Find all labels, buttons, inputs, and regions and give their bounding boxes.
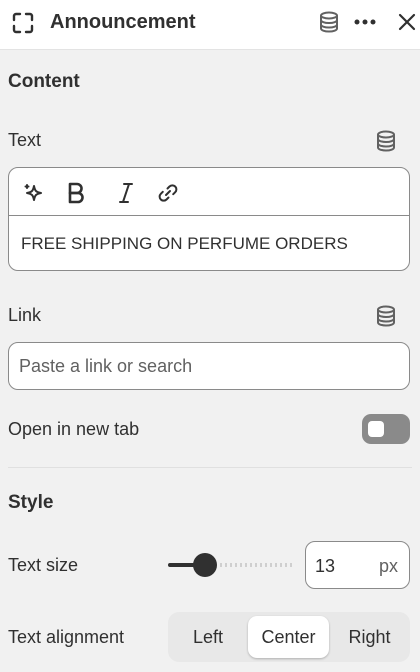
toggle-knob bbox=[368, 421, 384, 437]
rich-text-editor[interactable]: FREE SHIPPING ON PERFUME ORDERS bbox=[8, 167, 410, 271]
text-field-label: Text bbox=[8, 130, 42, 150]
section-title-style: Style bbox=[8, 492, 54, 513]
link-input[interactable] bbox=[9, 343, 409, 389]
section-divider bbox=[8, 467, 412, 468]
text-size-slider-thumb[interactable] bbox=[193, 553, 217, 577]
database-icon[interactable] bbox=[375, 304, 397, 328]
open-new-tab-toggle[interactable] bbox=[362, 414, 410, 444]
bold-icon[interactable] bbox=[65, 181, 87, 205]
focus-frame-icon[interactable] bbox=[10, 10, 36, 36]
alignment-option-center[interactable]: Center bbox=[248, 616, 329, 658]
sparkle-icon[interactable] bbox=[23, 182, 45, 204]
close-icon[interactable] bbox=[395, 10, 419, 34]
link-field-label: Link bbox=[8, 305, 42, 325]
alignment-option-left[interactable]: Left bbox=[172, 616, 244, 658]
alignment-option-right[interactable]: Right bbox=[333, 616, 406, 658]
italic-icon[interactable] bbox=[115, 181, 137, 205]
more-icon[interactable] bbox=[353, 10, 377, 34]
editor-content[interactable]: FREE SHIPPING ON PERFUME ORDERS bbox=[21, 234, 348, 254]
text-size-slider-track[interactable] bbox=[220, 563, 292, 567]
editor-toolbar bbox=[9, 168, 409, 216]
database-icon[interactable] bbox=[317, 10, 341, 34]
text-alignment-segmented-control: Left Center Right bbox=[168, 612, 410, 662]
panel-header: Announcement bbox=[0, 0, 420, 50]
text-size-unit: px bbox=[378, 556, 398, 576]
text-size-input[interactable]: 13 px bbox=[305, 541, 410, 589]
database-icon[interactable] bbox=[375, 129, 397, 153]
text-size-value[interactable]: 13 bbox=[315, 556, 335, 577]
text-alignment-label: Text alignment bbox=[8, 627, 125, 647]
open-new-tab-label: Open in new tab bbox=[8, 419, 140, 439]
link-input-box[interactable] bbox=[8, 342, 410, 390]
panel-title: Announcement bbox=[50, 11, 196, 33]
link-icon[interactable] bbox=[156, 181, 180, 205]
text-size-label: Text size bbox=[8, 555, 79, 575]
section-title-content: Content bbox=[8, 71, 80, 92]
